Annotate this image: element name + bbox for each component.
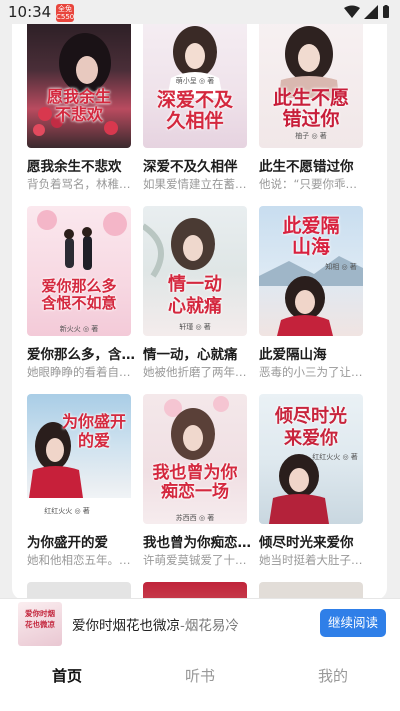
book-description: 他说：“只要你乖乖… <box>259 177 363 191</box>
continue-reading-button[interactable]: 继续阅读 <box>320 609 386 637</box>
book-cover: 此爱隔山海 知相 ◎ 著 <box>259 206 363 336</box>
book-title: 为你盛开的爱 <box>27 535 108 551</box>
book-description: 她眼睁睁的看着自… <box>27 365 131 379</box>
tab-home[interactable]: 首页 <box>17 665 117 686</box>
book-list-panel: 愿我余生不悲欢 愿我余生不悲欢 背负着骂名，林稚… 深爱不及久相伴 萌小呈 ◎ … <box>12 8 387 600</box>
book-cover: 我也曾为你痴恋一场 苏西西 ◎ 著 <box>143 394 247 524</box>
cover-author: 柚子 ◎ 著 <box>295 132 327 140</box>
book-cover: 愿我余生不悲欢 <box>27 18 131 148</box>
home-indicator <box>0 703 400 711</box>
status-icons <box>344 5 390 19</box>
tab-profile[interactable]: 我的 <box>283 665 383 686</box>
continue-reading-cover: 爱你时烟花也微凉 <box>18 602 62 646</box>
book-description: 如果爱情建立在蓄… <box>143 177 247 191</box>
book-title: 情一动，心就痛 <box>143 347 238 363</box>
cover-title: 为你盛开的爱 <box>61 412 126 450</box>
book-title: 我也曾为你痴恋… <box>143 535 251 551</box>
app-notification-badge: 全免 C550 <box>56 4 75 22</box>
book-title: 此爱隔山海 <box>259 347 327 363</box>
cover-author: 萌小呈 ◎ 著 <box>175 77 215 85</box>
book-description: 恶毒的小三为了让… <box>259 365 363 379</box>
cover-title: 情一动 心就痛 <box>168 274 222 317</box>
cover-author: 新火火 ◎ 著 <box>59 325 99 333</box>
cover-author: 轩瑾 ◎ 著 <box>179 323 211 331</box>
book-description: 她被他折磨了两年… <box>143 365 247 379</box>
book-cover: 倾尽时光来爱你 红红火火 ◎ 著 <box>259 394 363 524</box>
status-bar: 10:34 全免 C550 <box>0 0 400 24</box>
book-cover: 此生不愿错过你 柚子 ◎ 著 <box>259 18 363 148</box>
book-cover: 为你盛开的爱 红红火火 ◎ 著 <box>27 394 131 524</box>
book-description: 她和他相恋五年。… <box>27 553 131 567</box>
battery-icon <box>383 5 389 18</box>
cover-title: 爱你那么多 含恨不如意 <box>41 277 117 312</box>
continue-cover-title: 爱你时烟花也微凉 <box>25 609 55 629</box>
book-title: 愿我余生不悲欢 <box>27 159 122 175</box>
cover-title: 深爱不及久相伴 <box>156 89 233 132</box>
continue-reading-bar[interactable]: 爱你时烟花也微凉 爱你时烟花也微凉-烟花易冷 继续阅读 <box>0 598 400 648</box>
tab-audiobooks[interactable]: 听书 <box>150 665 250 686</box>
book-cover: 情一动 心就痛 轩瑾 ◎ 著 <box>143 206 247 336</box>
book-cover: 爱你那么多 含恨不如意 新火火 ◎ 著 <box>27 206 131 336</box>
book-description: 背负着骂名，林稚… <box>27 177 131 191</box>
cover-title: 此生不愿错过你 <box>272 87 349 130</box>
cover-author: 红红火火 ◎ 著 <box>312 453 358 461</box>
book-cover: 深爱不及久相伴 萌小呈 ◎ 著 <box>143 18 247 148</box>
cover-author: 苏西西 ◎ 著 <box>175 514 215 522</box>
book-title: 爱你那么多，含… <box>27 347 135 363</box>
cover-title: 我也曾为你痴恋一场 <box>152 463 238 502</box>
cover-author: 知相 ◎ 著 <box>325 263 357 271</box>
book-description: 她当时挺着大肚子… <box>259 553 363 567</box>
book-title: 此生不愿错过你 <box>259 159 354 175</box>
signal-icon <box>364 5 378 19</box>
book-description: 许萌爱莫铖爱了十… <box>143 553 247 567</box>
cover-title: 愿我余生不悲欢 <box>46 87 111 124</box>
bottom-tab-bar: 首页 听书 我的 <box>0 648 400 703</box>
book-title: 深爱不及久相伴 <box>143 159 238 175</box>
book-title: 倾尽时光来爱你 <box>259 535 354 551</box>
status-time: 10:34 <box>8 3 52 21</box>
wifi-icon <box>344 5 360 18</box>
continue-reading-author: -烟花易冷 <box>180 618 239 634</box>
cover-title: 此爱隔山海 <box>282 215 340 258</box>
continue-reading-text: 爱你时烟花也微凉-烟花易冷 <box>72 614 239 634</box>
cover-author: 红红火火 ◎ 著 <box>44 507 90 515</box>
continue-reading-book-title: 爱你时烟花也微凉 <box>72 618 180 634</box>
cover-title: 倾尽时光来爱你 <box>275 406 347 449</box>
